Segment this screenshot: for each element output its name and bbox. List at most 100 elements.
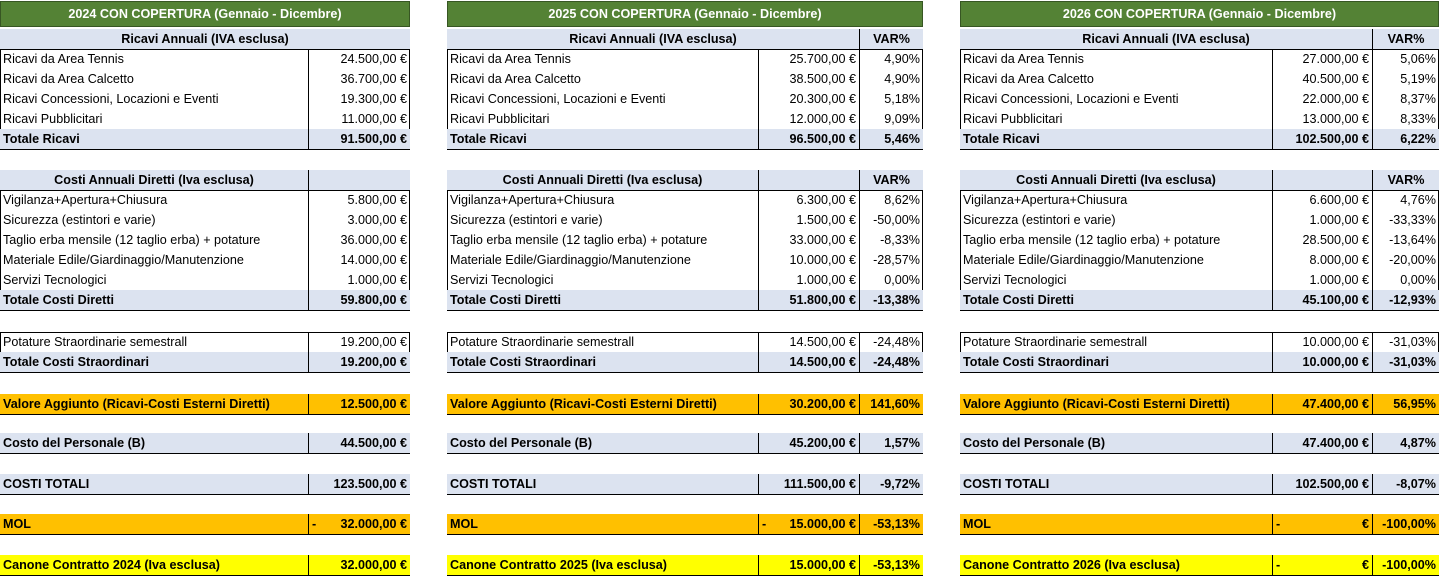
row-value[interactable]: 102.500,00 € (1272, 129, 1372, 149)
ricavi-row[interactable]: Ricavi Pubblicitari 11.000,00 € (0, 109, 410, 129)
canone-row[interactable]: Canone Contratto 2026 (Iva esclusa) € - -10… (960, 555, 1439, 575)
row-value[interactable]: 36.000,00 € (308, 230, 410, 250)
row-var-pct[interactable]: 4,90% (859, 49, 923, 69)
row-value[interactable]: 24.500,00 € (308, 49, 410, 69)
straordinari-total-row[interactable]: Totale Costi Straordinari 19.200,00 € (0, 352, 410, 372)
costi-row[interactable]: Taglio erba mensile (12 taglio erba) + p… (0, 230, 410, 250)
row-value[interactable]: 59.800,00 € (308, 290, 410, 310)
row-var-pct[interactable]: 5,18% (859, 89, 923, 109)
row-value[interactable]: 38.500,00 € (758, 69, 859, 89)
ricavi-total-row[interactable]: Totale Ricavi 96.500,00 €5,46% (447, 129, 923, 149)
row-value[interactable]: 96.500,00 € (758, 129, 859, 149)
valore-aggiunto-row[interactable]: Valore Aggiunto (Ricavi-Costi Esterni Di… (0, 394, 410, 414)
ricavi-row[interactable]: Ricavi da Area Tennis 24.500,00 € (0, 49, 410, 69)
straordinari-total-row[interactable]: Totale Costi Straordinari 10.000,00 € -31,… (960, 352, 1439, 372)
row-var-pct[interactable]: -24,48% (859, 352, 923, 372)
costi-row[interactable]: Vigilanza+Apertura+Chiusura 5.800,00 € (0, 190, 410, 210)
row-value[interactable]: 14.500,00 € (758, 332, 859, 352)
row-value[interactable]: 11.000,00 € (308, 109, 410, 129)
row-value[interactable]: 28.500,00 € (1272, 230, 1372, 250)
costi-totali-row[interactable]: COSTI TOTALI 123.500,00 € (0, 474, 410, 494)
row-var-pct[interactable]: 5,06% (1372, 49, 1439, 69)
row-var-pct[interactable]: -28,57% (859, 250, 923, 270)
row-var-pct[interactable]: -100,00% (1372, 555, 1439, 575)
row-value[interactable]: 12.500,00 € (308, 394, 410, 414)
mol-row[interactable]: MOL 15.000,00 € - -53,13% (447, 514, 923, 534)
costi-row[interactable]: Materiale Edile/Giardinaggio/Manutenzion… (447, 250, 923, 270)
row-value[interactable]: 20.300,00 € (758, 89, 859, 109)
ricavi-row[interactable]: Ricavi Concessioni, Locazioni e Eventi 19… (0, 89, 410, 109)
row-var-pct[interactable]: 6,22% (1372, 129, 1439, 149)
row-value[interactable]: 19.200,00 € (308, 352, 410, 372)
row-value[interactable]: 19.300,00 € (308, 89, 410, 109)
costi-row[interactable]: Taglio erba mensile (12 taglio erba) + p… (960, 230, 1439, 250)
row-value[interactable]: 10.000,00 € (1272, 352, 1372, 372)
costi-row[interactable]: Taglio erba mensile (12 taglio erba) + p… (447, 230, 923, 250)
row-var-pct[interactable]: -9,72% (859, 474, 923, 494)
row-value[interactable]: 15.000,00 € (758, 514, 859, 534)
row-var-pct[interactable]: -12,93% (1372, 290, 1439, 310)
straordinari-row[interactable]: Potature Straordinarie semestrall 14.500,… (447, 332, 923, 352)
row-var-pct[interactable]: -50,00% (859, 210, 923, 230)
costi-row[interactable]: Vigilanza+Apertura+Chiusura 6.600,00 €4,7… (960, 190, 1439, 210)
row-var-pct[interactable]: -20,00% (1372, 250, 1439, 270)
canone-row[interactable]: Canone Contratto 2025 (Iva esclusa) 15.00… (447, 555, 923, 575)
row-value[interactable]: 6.300,00 € (758, 190, 859, 210)
row-value[interactable]: 15.000,00 € (758, 555, 859, 575)
row-value[interactable]: € (1272, 514, 1372, 534)
row-var-pct[interactable]: 4,90% (859, 69, 923, 89)
costi-total-row[interactable]: Totale Costi Diretti 45.100,00 € -12,93% (960, 290, 1439, 310)
row-var-pct[interactable]: -31,03% (1372, 332, 1439, 352)
row-var-pct[interactable]: -100,00% (1372, 514, 1439, 534)
row-var-pct[interactable]: 1,57% (859, 433, 923, 453)
costi-row[interactable]: Servizi Tecnologici 1.000,00 €0,00% (960, 270, 1439, 290)
row-value[interactable]: 6.600,00 € (1272, 190, 1372, 210)
ricavi-row[interactable]: Ricavi Pubblicitari 12.000,00 €9,09% (447, 109, 923, 129)
row-var-pct[interactable]: 5,46% (859, 129, 923, 149)
straordinari-total-row[interactable]: Totale Costi Straordinari 14.500,00 € -24,… (447, 352, 923, 372)
row-var-pct[interactable]: 141,60% (859, 394, 923, 414)
ricavi-row[interactable]: Ricavi da Area Calcetto 40.500,00 €5,19% (960, 69, 1439, 89)
row-value[interactable]: 47.400,00 € (1272, 433, 1372, 453)
row-var-pct[interactable]: 0,00% (1372, 270, 1439, 290)
costo-personale-row[interactable]: Costo del Personale (B) 45.200,00 €1,57% (447, 433, 923, 453)
row-var-pct[interactable]: 8,37% (1372, 89, 1439, 109)
straordinari-row[interactable]: Potature Straordinarie semestrall 19.200,… (0, 332, 410, 352)
canone-row[interactable]: Canone Contratto 2024 (Iva esclusa) 32.00… (0, 555, 410, 575)
row-value[interactable]: 25.700,00 € (758, 49, 859, 69)
row-value[interactable]: 12.000,00 € (758, 109, 859, 129)
row-value[interactable]: 36.700,00 € (308, 69, 410, 89)
row-var-pct[interactable]: 0,00% (859, 270, 923, 290)
costi-row[interactable]: Servizi Tecnologici 1.000,00 € (0, 270, 410, 290)
row-var-pct[interactable]: -13,38% (859, 290, 923, 310)
ricavi-row[interactable]: Ricavi Concessioni, Locazioni e Eventi 20… (447, 89, 923, 109)
row-value[interactable]: 8.000,00 € (1272, 250, 1372, 270)
ricavi-row[interactable]: Ricavi Pubblicitari 13.000,00 €8,33% (960, 109, 1439, 129)
row-value[interactable]: 14.500,00 € (758, 352, 859, 372)
row-value[interactable]: 1.000,00 € (1272, 210, 1372, 230)
row-var-pct[interactable]: 9,09% (859, 109, 923, 129)
costo-personale-row[interactable]: Costo del Personale (B) 44.500,00 € (0, 433, 410, 453)
row-value[interactable]: 32.000,00 € (308, 514, 410, 534)
row-value[interactable]: 13.000,00 € (1272, 109, 1372, 129)
row-var-pct[interactable]: 56,95% (1372, 394, 1439, 414)
row-var-pct[interactable]: -53,13% (859, 555, 923, 575)
row-var-pct[interactable]: 4,87% (1372, 433, 1439, 453)
costi-totali-row[interactable]: COSTI TOTALI 111.500,00 € -9,72% (447, 474, 923, 494)
ricavi-row[interactable]: Ricavi da Area Calcetto 36.700,00 € (0, 69, 410, 89)
row-value[interactable]: 19.200,00 € (308, 332, 410, 352)
ricavi-total-row[interactable]: Totale Ricavi 102.500,00 €6,22% (960, 129, 1439, 149)
row-value[interactable]: 45.200,00 € (758, 433, 859, 453)
row-var-pct[interactable]: -8,07% (1372, 474, 1439, 494)
row-value[interactable]: 22.000,00 € (1272, 89, 1372, 109)
costi-row[interactable]: Materiale Edile/Giardinaggio/Manutenzion… (0, 250, 410, 270)
row-var-pct[interactable]: -33,33% (1372, 210, 1439, 230)
row-value[interactable]: 10.000,00 € (1272, 332, 1372, 352)
row-value[interactable]: 1.500,00 € (758, 210, 859, 230)
row-var-pct[interactable]: -13,64% (1372, 230, 1439, 250)
row-value[interactable]: 40.500,00 € (1272, 69, 1372, 89)
ricavi-row[interactable]: Ricavi da Area Tennis 25.700,00 €4,90% (447, 49, 923, 69)
row-value[interactable]: 14.000,00 € (308, 250, 410, 270)
ricavi-total-row[interactable]: Totale Ricavi 91.500,00 € (0, 129, 410, 149)
row-var-pct[interactable]: -24,48% (859, 332, 923, 352)
